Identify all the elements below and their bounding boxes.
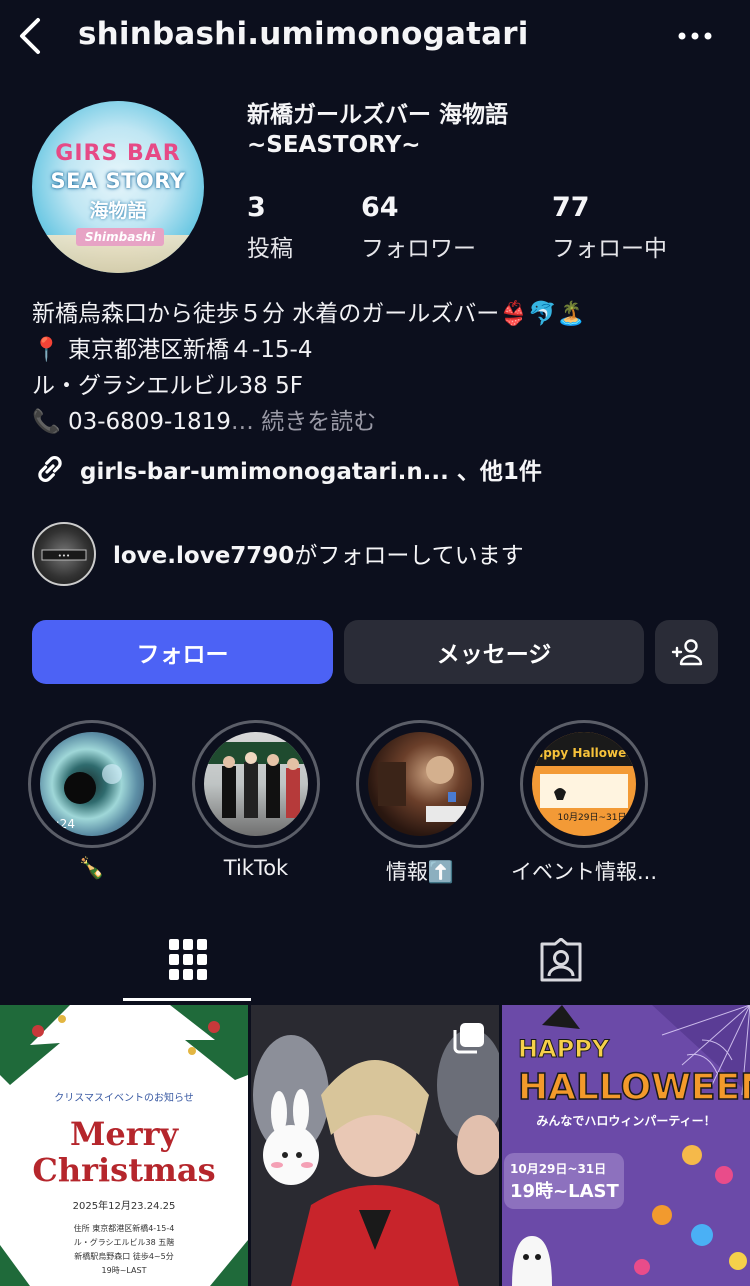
profile-avatar[interactable]: GIRS BAR SEA STORY 海物語 Shimbashi <box>32 101 204 273</box>
highlight-1-time: 0:24 <box>48 817 75 831</box>
post-1-subtitle: クリスマスイベントのお知らせ <box>54 1091 194 1104</box>
message-button[interactable]: メッセージ <box>344 620 644 684</box>
highlight-3-art <box>378 756 466 822</box>
highlight-2[interactable] <box>192 720 320 848</box>
stat-following-count[interactable]: 77 <box>552 192 590 223</box>
stat-followers-count[interactable]: 64 <box>361 192 399 223</box>
post-1-info-1: 住所 東京都港区新橋4-15-4 <box>74 1223 175 1233</box>
followed-by-text[interactable]: love.love7790がフォローしています <box>113 536 524 570</box>
follow-button[interactable]: フォロー <box>32 620 333 684</box>
post-1-info-3: 新橋駅烏野森口 徒歩4~5分 <box>74 1251 173 1261</box>
post-1-info-4: 19時~LAST <box>102 1266 147 1275</box>
post-1-info-2: ル・グラシエルビル38 五階 <box>74 1237 175 1247</box>
avatar-text-2: SEA STORY <box>50 169 186 193</box>
post-3-title-2: HALLOWEEN <box>518 1067 750 1108</box>
post-1[interactable]: クリスマスイベントのお知らせ Merry Christmas 2025年12月2… <box>0 1005 248 1286</box>
post-3-date: 10月29日~31日 <box>510 1162 606 1176</box>
bio-link-text[interactable]: girls-bar-umimonogatari.n... 、他1件 <box>80 452 542 486</box>
followed-by-suffix: がフォローしています <box>294 543 524 569</box>
post-1-date: 2025年12月23.24.25 <box>73 1199 176 1212</box>
stat-followers-label[interactable]: フォロワー <box>361 229 476 263</box>
highlight-3-cover <box>368 732 472 836</box>
highlight-4[interactable]: Happy Halloween 10月29日~31日 <box>520 720 648 848</box>
post-3[interactable]: HAPPY HALLOWEEN みんなでハロウィンパーティー！ 10月29日~3… <box>502 1005 750 1286</box>
avatar-text-3: 海物語 <box>89 200 147 222</box>
bio-line-3: ル・グラシエルビル38 5F <box>32 373 303 399</box>
post-3-time: 19時~LAST <box>510 1181 619 1202</box>
highlight-2-cover <box>204 732 308 836</box>
bio-line-4: 📞 03-6809-1819… 続きを読む <box>32 404 376 440</box>
bio-link[interactable]: girls-bar-umimonogatari.n... 、他1件 <box>32 451 542 487</box>
more-icon[interactable] <box>676 30 716 42</box>
highlight-2-art <box>204 742 308 818</box>
display-name: 新橋ガールズバー 海物語 ~SEASTORY~ <box>247 100 667 160</box>
svg-text:•••: ••• <box>58 552 70 560</box>
display-name-line2: ~SEASTORY~ <box>247 132 421 158</box>
bio-read-more[interactable]: … 続きを読む <box>231 409 376 435</box>
highlight-1[interactable]: 0:24 <box>28 720 156 848</box>
display-name-line1: 新橋ガールズバー 海物語 <box>247 102 509 128</box>
link-icon <box>38 456 62 482</box>
highlight-4-date: 10月29日~31日 <box>558 812 627 823</box>
bio-phone[interactable]: 📞 03-6809-1819 <box>32 409 231 435</box>
stat-following-label[interactable]: フォロー中 <box>552 229 667 263</box>
post-1-title-1: Merry <box>70 1115 180 1153</box>
post-1-art: クリスマスイベントのお知らせ Merry Christmas 2025年12月2… <box>0 1005 248 1286</box>
grid-icon[interactable] <box>168 938 208 982</box>
post-3-title-1: HAPPY <box>518 1035 610 1063</box>
stat-posts-count[interactable]: 3 <box>247 192 266 223</box>
post-3-art: HAPPY HALLOWEEN みんなでハロウィンパーティー！ 10月29日~3… <box>502 1005 750 1286</box>
highlight-4-label[interactable]: イベント情報... <box>504 856 664 886</box>
avatar-text-4: Shimbashi <box>76 228 164 246</box>
highlight-1-art: 0:24 <box>48 764 122 831</box>
profile-username: shinbashi.umimonogatari <box>78 16 529 52</box>
highlight-2-label[interactable]: TikTok <box>176 856 336 880</box>
followed-by-avatar[interactable]: ••• <box>32 522 96 586</box>
highlight-1-label[interactable]: 🍾 <box>12 856 172 881</box>
post-3-sub: みんなでハロウィンパーティー！ <box>536 1114 715 1128</box>
stat-posts-label[interactable]: 投稿 <box>247 229 293 263</box>
highlight-1-cover: 0:24 <box>40 732 144 836</box>
highlight-3[interactable] <box>356 720 484 848</box>
tagged-icon[interactable] <box>538 938 584 984</box>
bio-line-1: 新橋烏森口から徒歩５分 水着のガールズバー👙🐬🏝️ <box>32 301 586 327</box>
post-1-title-2: Christmas <box>32 1151 215 1189</box>
person-add-icon <box>671 639 702 666</box>
multi-post-icon <box>453 1023 484 1054</box>
followed-by-username[interactable]: love.love7790 <box>113 543 294 569</box>
highlight-4-cover: Happy Halloween 10月29日~31日 <box>532 732 636 836</box>
back-icon[interactable] <box>14 16 50 56</box>
bio-line-2: 📍 東京都港区新橋４-15-4 <box>32 337 313 363</box>
highlight-3-label[interactable]: 情報⬆️ <box>340 856 500 886</box>
followed-by-avatar-art: ••• <box>41 549 87 561</box>
avatar-text-1: GIRS BAR <box>55 141 181 166</box>
highlight-4-title: Happy Halloween <box>532 746 636 760</box>
highlight-4-art: Happy Halloween 10月29日~31日 <box>532 732 636 823</box>
active-tab-indicator <box>123 998 251 1001</box>
suggested-accounts-button[interactable] <box>655 620 718 684</box>
